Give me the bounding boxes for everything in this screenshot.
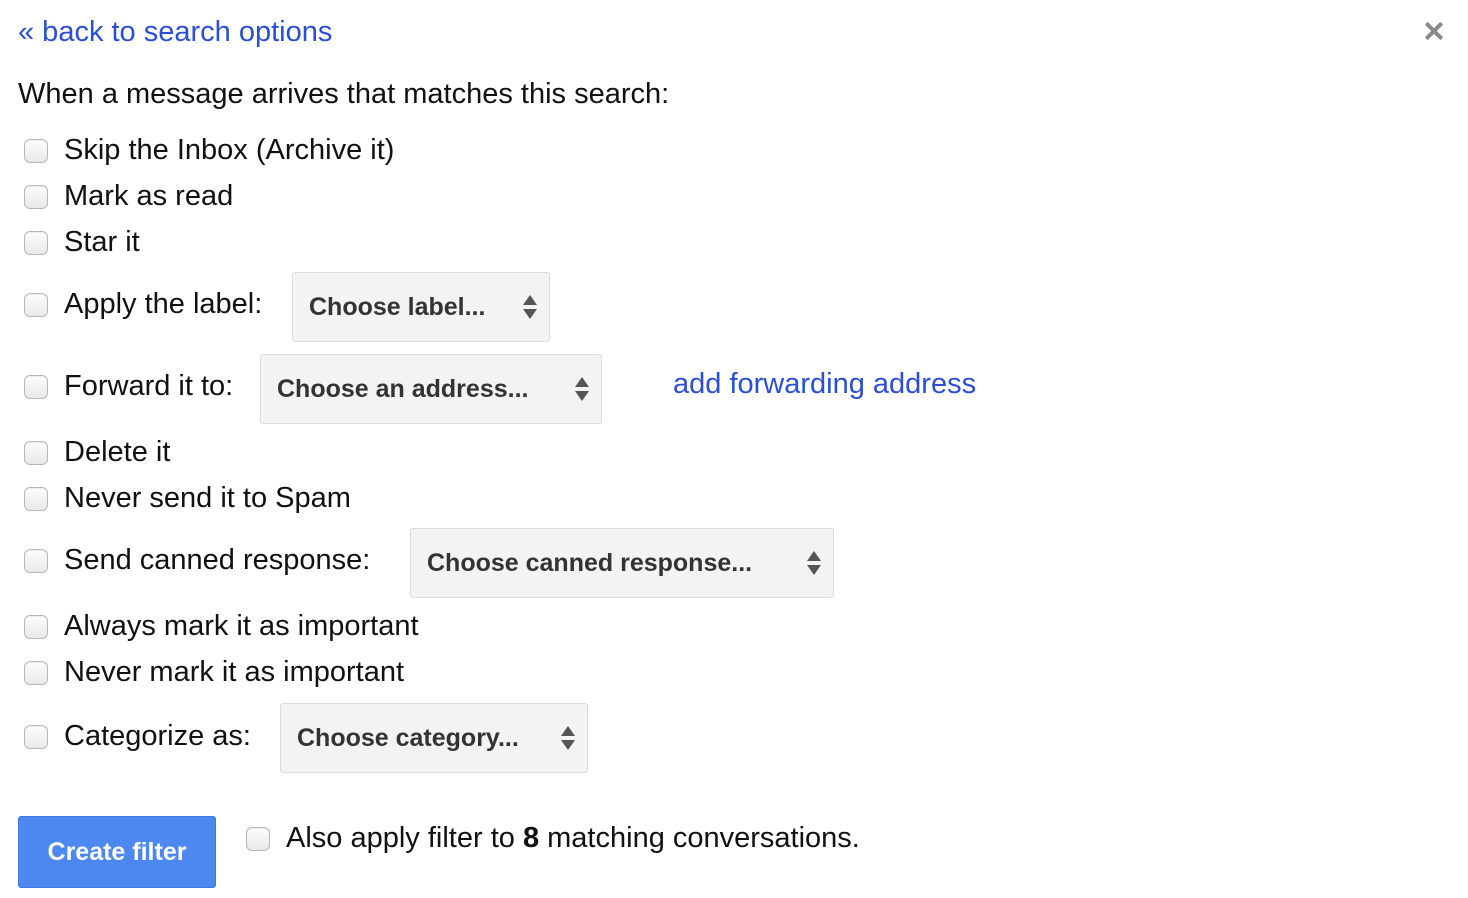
also-apply-suffix: matching conversations. [539, 822, 860, 854]
mark-as-read-label: Mark as read [64, 180, 234, 212]
action-mark-as-read: Mark as read [24, 180, 233, 213]
apply-label-checkbox[interactable] [24, 292, 48, 317]
action-categorize: Categorize as: [24, 720, 251, 753]
add-forwarding-address-link[interactable]: add forwarding address [673, 368, 976, 401]
mark-as-read-checkbox[interactable] [24, 184, 48, 209]
categorize-label: Categorize as: [64, 720, 251, 752]
close-icon[interactable] [1421, 18, 1447, 44]
choose-canned-response-value: Choose canned response... [427, 548, 753, 577]
skip-inbox-label: Skip the Inbox (Archive it) [64, 134, 395, 166]
matching-count: 8 [522, 822, 540, 854]
choose-label-value: Choose label... [309, 292, 486, 321]
choose-address-value: Choose an address... [277, 374, 529, 403]
never-important-label: Never mark it as important [64, 656, 405, 688]
action-delete-it: Delete it [24, 436, 170, 469]
always-important-label: Always mark it as important [64, 610, 419, 642]
choose-address-select[interactable]: Choose an address... [260, 354, 602, 424]
choose-category-value: Choose category... [297, 723, 519, 752]
action-never-spam: Never send it to Spam [24, 482, 351, 515]
choose-label-select[interactable]: Choose label... [292, 272, 550, 342]
action-apply-label: Apply the label: [24, 288, 262, 321]
back-to-search-options-link[interactable]: « back to search options [18, 16, 332, 49]
canned-response-label: Send canned response: [64, 544, 371, 576]
select-arrows-icon [561, 723, 575, 753]
star-it-label: Star it [64, 226, 140, 258]
select-arrows-icon [523, 292, 537, 322]
also-apply-option: Also apply filter to 8 matching conversa… [246, 822, 860, 855]
also-apply-label: Also apply filter to 8 matching conversa… [286, 822, 860, 855]
action-canned-response: Send canned response: [24, 544, 370, 577]
always-important-checkbox[interactable] [24, 614, 48, 639]
skip-inbox-checkbox[interactable] [24, 138, 48, 163]
choose-canned-response-select[interactable]: Choose canned response... [410, 528, 834, 598]
categorize-checkbox[interactable] [24, 724, 48, 749]
action-always-important: Always mark it as important [24, 610, 419, 643]
never-important-checkbox[interactable] [24, 660, 48, 685]
forward-it-label: Forward it to: [64, 370, 234, 402]
never-spam-checkbox[interactable] [24, 486, 48, 511]
star-it-checkbox[interactable] [24, 230, 48, 255]
apply-label-label: Apply the label: [64, 288, 263, 320]
action-never-important: Never mark it as important [24, 656, 404, 689]
create-filter-button[interactable]: Create filter [18, 816, 216, 888]
action-star-it: Star it [24, 226, 140, 259]
delete-it-label: Delete it [64, 436, 171, 468]
canned-response-checkbox[interactable] [24, 548, 48, 573]
filter-intro-text: When a message arrives that matches this… [18, 78, 670, 110]
action-forward-it: Forward it to: [24, 370, 233, 403]
also-apply-prefix: Also apply filter to [286, 822, 523, 854]
also-apply-checkbox[interactable] [246, 826, 270, 851]
select-arrows-icon [807, 548, 821, 578]
delete-it-checkbox[interactable] [24, 440, 48, 465]
choose-category-select[interactable]: Choose category... [280, 703, 588, 773]
forward-it-checkbox[interactable] [24, 374, 48, 399]
select-arrows-icon [575, 374, 589, 404]
never-spam-label: Never send it to Spam [64, 482, 351, 514]
action-skip-inbox: Skip the Inbox (Archive it) [24, 134, 394, 167]
